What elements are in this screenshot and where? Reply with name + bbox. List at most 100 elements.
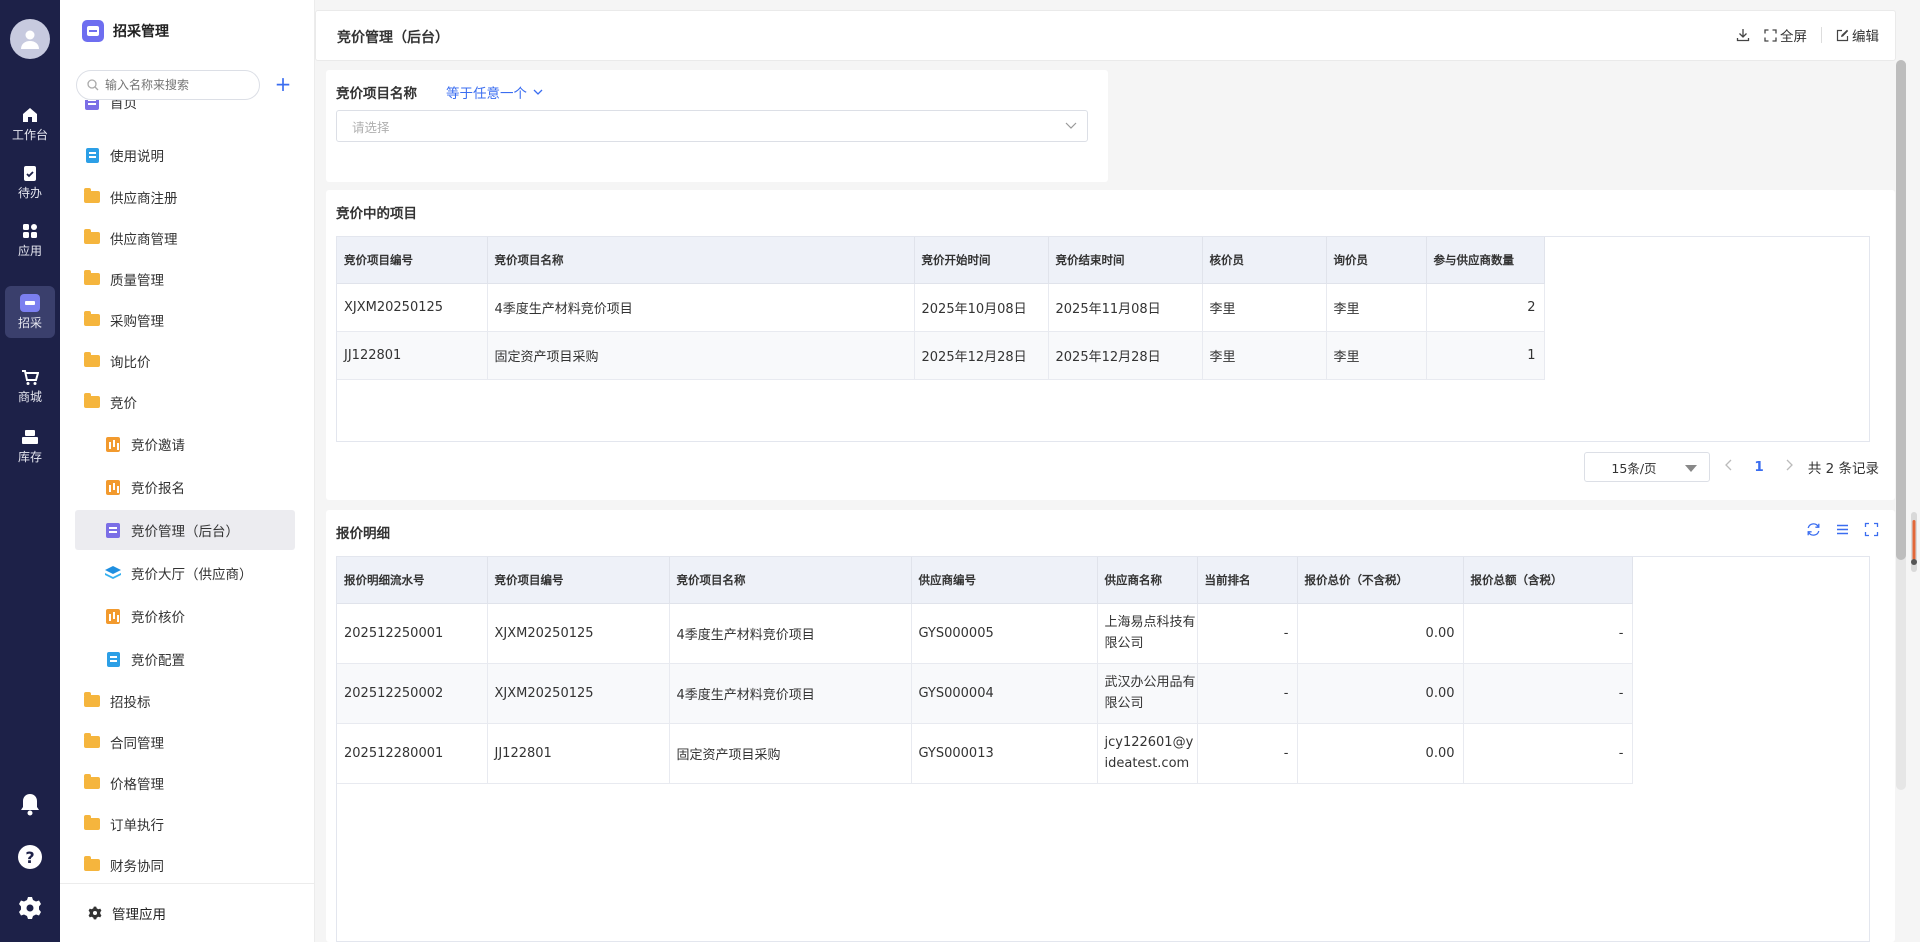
sidebar-item-bid-hall[interactable]: 竞价大厅（供应商） — [75, 555, 295, 591]
refresh-icon[interactable] — [1806, 522, 1821, 537]
sidebar-item-bid-price-check[interactable]: 竞价核价 — [75, 598, 295, 634]
sidebar-item-contract-management[interactable]: 合同管理 — [75, 724, 295, 760]
table-row[interactable]: XJXM20250125 4季度生产材料竞价项目 2025年10月08日 202… — [337, 283, 1545, 332]
table-cell: 李里 — [1202, 331, 1327, 380]
filter-select-placeholder: 请选择 — [352, 119, 390, 135]
column-header[interactable]: 供应商名称 — [1097, 557, 1198, 604]
table-row[interactable]: 202512250002 XJXM20250125 4季度生产材料竞价项目 GY… — [337, 663, 1633, 724]
gear-icon — [88, 906, 102, 920]
folder-icon — [84, 733, 100, 750]
column-header[interactable]: 竞价开始时间 — [914, 237, 1049, 284]
table-cell: - — [1197, 663, 1298, 724]
column-header[interactable]: 询价员 — [1326, 237, 1427, 284]
sidebar-item-quality-management[interactable]: 质量管理 — [75, 261, 295, 297]
user-avatar[interactable] — [10, 19, 50, 59]
sidebar-item-label: 质量管理 — [110, 273, 164, 289]
filter-field-label: 竞价项目名称 — [336, 86, 417, 102]
sidebar-item-label: 使用说明 — [110, 149, 164, 165]
sidebar-item-price-management[interactable]: 价格管理 — [75, 765, 295, 801]
nav-item-mall[interactable]: 商城 — [5, 360, 55, 412]
table-cell: XJXM20250125 — [487, 603, 670, 664]
page-number-button[interactable]: 1 — [1746, 459, 1771, 475]
settings-gear-icon[interactable] — [17, 895, 43, 921]
filter-value-select[interactable]: 请选择 — [336, 110, 1088, 142]
next-page-button[interactable] — [1786, 459, 1794, 475]
nav-item-workbench[interactable]: 工作台 — [5, 98, 55, 150]
column-header[interactable]: 竞价项目编号 — [487, 557, 670, 604]
page-scrollbar[interactable] — [1896, 60, 1906, 790]
sidebar-title: 招采管理 — [113, 24, 169, 40]
table-row[interactable]: 202512250001 XJXM20250125 4季度生产材料竞价项目 GY… — [337, 603, 1633, 664]
help-icon[interactable]: ? — [17, 844, 43, 870]
table-cell: JJ122801 — [487, 723, 670, 784]
sidebar-item-finance-collaboration[interactable]: 财务协同 — [75, 847, 295, 880]
column-header[interactable]: 竞价项目编号 — [337, 237, 488, 284]
edit-button[interactable]: 编辑 — [1836, 25, 1879, 45]
quotes-card-title: 报价明细 — [336, 526, 390, 542]
sidebar-item-tendering[interactable]: 招投标 — [75, 683, 295, 719]
folder-icon — [84, 774, 100, 791]
sidebar-item-bid-invitation[interactable]: 竞价邀请 — [75, 426, 295, 462]
nav-item-todo[interactable]: 待办 — [5, 156, 55, 208]
filter-operator-dropdown[interactable]: 等于任意一个 — [446, 82, 543, 102]
column-header[interactable]: 竞价项目名称 — [669, 557, 912, 604]
page-size-select[interactable]: 15条/页 — [1584, 452, 1711, 482]
sidebar-item-bid-registration[interactable]: 竞价报名 — [75, 469, 295, 505]
column-header[interactable]: 当前排名 — [1197, 557, 1298, 604]
sidebar-item-purchase-management[interactable]: 采购管理 — [75, 302, 295, 338]
sidebar-search-input[interactable] — [105, 78, 245, 92]
scrollbar-thumb[interactable] — [1896, 60, 1906, 560]
download-button[interactable] — [1736, 28, 1750, 42]
sidebar-item-supplier-management[interactable]: 供应商管理 — [75, 220, 295, 256]
column-header[interactable]: 供应商编号 — [911, 557, 1098, 604]
table-cell: 0.00 — [1297, 663, 1464, 724]
nav-item-apps[interactable]: 应用 — [5, 214, 55, 266]
sidebar-item-label: 财务协同 — [110, 859, 164, 875]
column-header[interactable]: 报价总额（含税） — [1463, 557, 1633, 604]
manage-apps-button[interactable]: 管理应用 — [60, 883, 315, 942]
column-header[interactable]: 报价总价（不含税） — [1297, 557, 1464, 604]
sidebar-item-user-guide[interactable]: 使用说明 — [75, 137, 295, 173]
resize-handle[interactable] — [1908, 512, 1920, 572]
prev-page-button[interactable] — [1724, 459, 1732, 475]
sidebar-header: 招采管理 — [82, 18, 169, 44]
clipboard-icon — [24, 165, 36, 181]
column-header[interactable]: 竞价项目名称 — [487, 237, 915, 284]
sidebar-item-label: 竞价核价 — [131, 610, 185, 626]
sidebar-item-label: 招投标 — [110, 695, 151, 711]
sidebar-item-inquiry[interactable]: 询比价 — [75, 343, 295, 379]
notification-bell-icon[interactable] — [17, 791, 43, 817]
sidebar-item-order-execution[interactable]: 订单执行 — [75, 806, 295, 842]
column-header[interactable]: 参与供应商数量 — [1426, 237, 1545, 284]
table-row[interactable]: 202512280001 JJ122801 固定资产项目采购 GYS000013… — [337, 723, 1633, 784]
sidebar-item-supplier-registration[interactable]: 供应商注册 — [75, 179, 295, 215]
add-app-button[interactable]: + — [272, 74, 294, 96]
sidebar-item-home[interactable]: 首页 — [75, 100, 295, 120]
table-cell: 固定资产项目采购 — [669, 723, 912, 784]
table-cell: GYS000004 — [911, 663, 1098, 724]
fullscreen-button[interactable]: 全屏 — [1764, 25, 1807, 45]
column-settings-icon[interactable] — [1835, 522, 1850, 537]
table-cell: 2 — [1426, 283, 1545, 332]
sidebar-item-label: 采购管理 — [110, 314, 164, 330]
column-header[interactable]: 核价员 — [1202, 237, 1327, 284]
chevron-left-icon — [1725, 459, 1732, 471]
table-cell: 202512250002 — [337, 663, 488, 724]
table-row[interactable]: JJ122801 固定资产项目采购 2025年12月28日 2025年12月28… — [337, 331, 1545, 380]
sidebar-item-bid-management[interactable]: 竞价管理（后台） — [75, 510, 295, 550]
table-cell: 4季度生产材料竞价项目 — [487, 283, 915, 332]
sidebar-search[interactable] — [76, 70, 260, 100]
expand-icon[interactable] — [1864, 522, 1879, 537]
sidebar-item-bid-config[interactable]: 竞价配置 — [75, 641, 295, 677]
column-header[interactable]: 竞价结束时间 — [1048, 237, 1203, 284]
nav-item-label: 商城 — [17, 389, 42, 404]
sidebar-item-bidding[interactable]: 竞价 — [75, 384, 295, 420]
inventory-icon — [22, 429, 38, 444]
app-sidebar: 招采管理 + 首页 使用说明 供应商注册 供应商管理 — [60, 0, 315, 942]
search-icon — [87, 79, 99, 91]
document-purple-icon — [105, 522, 121, 538]
page-size-label: 15条/页 — [1611, 460, 1657, 476]
nav-item-procurement[interactable]: 招采 — [5, 286, 55, 338]
nav-item-inventory[interactable]: 库存 — [5, 420, 55, 472]
column-header[interactable]: 报价明细流水号 — [337, 557, 488, 604]
